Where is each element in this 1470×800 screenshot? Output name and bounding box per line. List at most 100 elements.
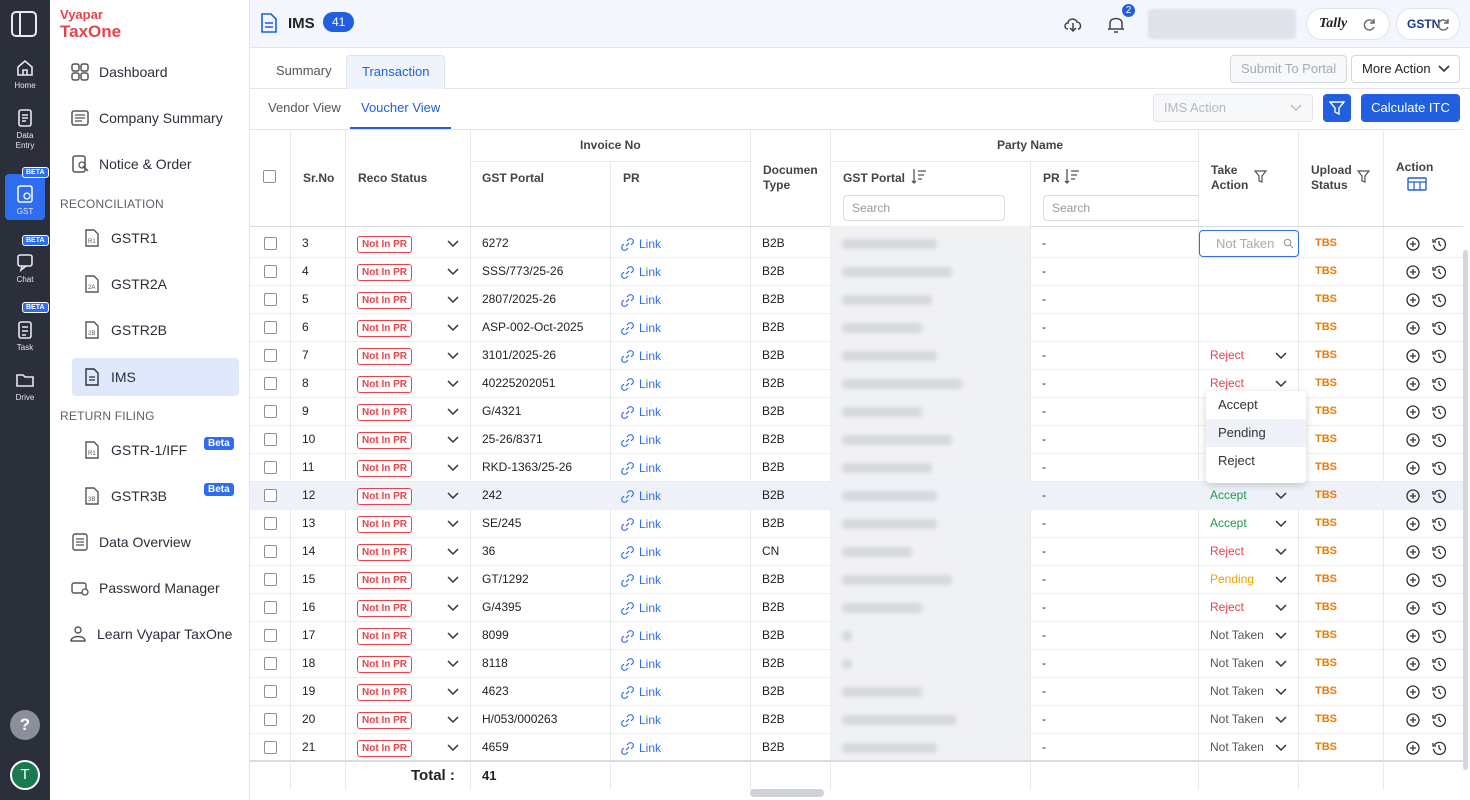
chevron-down-icon[interactable]	[447, 576, 459, 584]
history-icon[interactable]	[1432, 265, 1446, 279]
row-checkbox[interactable]	[264, 377, 277, 390]
subtab-voucher-view[interactable]: Voucher View	[350, 89, 452, 129]
chevron-down-icon[interactable]	[1275, 352, 1287, 360]
row-take-action[interactable]: Not Taken	[1210, 650, 1264, 678]
row-take-action[interactable]: Not Taken	[1210, 706, 1264, 734]
chevron-down-icon[interactable]	[447, 380, 459, 388]
calculate-itc-button[interactable]: Calculate ITC	[1361, 94, 1460, 122]
row-pr-link[interactable]: Link	[621, 594, 661, 622]
history-icon[interactable]	[1432, 461, 1446, 475]
chevron-down-icon[interactable]	[447, 688, 459, 696]
ims-action-select[interactable]: IMS Action	[1153, 94, 1313, 122]
chevron-down-icon[interactable]	[447, 604, 459, 612]
row-take-action[interactable]: Not Taken	[1210, 734, 1264, 762]
history-icon[interactable]	[1432, 237, 1446, 251]
add-circle-icon[interactable]	[1406, 321, 1420, 335]
chevron-down-icon[interactable]	[447, 520, 459, 528]
row-checkbox[interactable]	[264, 489, 277, 502]
add-circle-icon[interactable]	[1406, 741, 1420, 755]
add-circle-icon[interactable]	[1406, 377, 1420, 391]
history-icon[interactable]	[1432, 321, 1446, 335]
chevron-down-icon[interactable]	[1275, 660, 1287, 668]
refresh-icon[interactable]	[1361, 17, 1377, 33]
row-pr-link[interactable]: Link	[621, 342, 661, 370]
row-pr-link[interactable]: Link	[621, 622, 661, 650]
row-checkbox[interactable]	[264, 545, 277, 558]
subtab-vendor-view[interactable]: Vendor View	[268, 89, 341, 129]
chevron-down-icon[interactable]	[447, 632, 459, 640]
add-circle-icon[interactable]	[1406, 685, 1420, 699]
history-icon[interactable]	[1432, 685, 1446, 699]
row-pr-link[interactable]: Link	[621, 510, 661, 538]
row-pr-link[interactable]: Link	[621, 566, 661, 594]
add-circle-icon[interactable]	[1406, 573, 1420, 587]
chevron-down-icon[interactable]	[447, 744, 459, 752]
submit-to-portal-button[interactable]: Submit To Portal	[1230, 55, 1348, 83]
tally-sync[interactable]: Tally	[1306, 8, 1390, 40]
user-avatar[interactable]: T	[10, 760, 40, 790]
row-checkbox[interactable]	[264, 601, 277, 614]
chevron-down-icon[interactable]	[1275, 520, 1287, 528]
history-icon[interactable]	[1432, 713, 1446, 727]
row-pr-link[interactable]: Link	[621, 370, 661, 398]
sort-icon[interactable]	[911, 168, 927, 184]
history-icon[interactable]	[1432, 293, 1446, 307]
chevron-down-icon[interactable]	[447, 548, 459, 556]
chevron-down-icon[interactable]	[1275, 604, 1287, 612]
chevron-down-icon[interactable]	[447, 408, 459, 416]
row-checkbox[interactable]	[264, 433, 277, 446]
row-take-action[interactable]: Accept	[1210, 510, 1247, 538]
chevron-down-icon[interactable]	[1275, 744, 1287, 752]
row-pr-link[interactable]: Link	[621, 650, 661, 678]
cloud-download-icon[interactable]	[1062, 13, 1084, 35]
help-button[interactable]: ?	[10, 710, 40, 740]
nav-ims[interactable]: IMS	[72, 358, 239, 396]
nav-gstr1-iff[interactable]: R1 GSTR-1/IFF	[82, 440, 187, 460]
row-checkbox[interactable]	[264, 657, 277, 670]
row-pr-link[interactable]: Link	[621, 482, 661, 510]
dropdown-option-reject[interactable]: Reject	[1206, 447, 1306, 475]
row-checkbox[interactable]	[264, 265, 277, 278]
history-icon[interactable]	[1432, 489, 1446, 503]
history-icon[interactable]	[1432, 573, 1446, 587]
history-icon[interactable]	[1432, 741, 1446, 755]
nav-notice-order[interactable]: Notice & Order	[70, 154, 192, 174]
sort-icon[interactable]	[1064, 168, 1080, 184]
row-checkbox[interactable]	[264, 349, 277, 362]
filter-button[interactable]	[1323, 94, 1351, 122]
chevron-down-icon[interactable]	[1275, 716, 1287, 724]
chevron-down-icon[interactable]	[447, 464, 459, 472]
horizontal-scrollbar[interactable]	[750, 789, 824, 797]
nav-gstr3b[interactable]: 3B GSTR3B	[82, 486, 167, 506]
row-take-action[interactable]: Reject	[1210, 538, 1244, 566]
chevron-down-icon[interactable]	[447, 352, 459, 360]
row-pr-link[interactable]: Link	[621, 258, 661, 286]
row-take-action[interactable]: Reject	[1210, 342, 1244, 370]
nav-gstr2b[interactable]: 2B GSTR2B	[82, 320, 167, 340]
row-pr-link[interactable]: Link	[621, 398, 661, 426]
nav-learn[interactable]: Learn Vyapar TaxOne	[68, 624, 232, 644]
add-circle-icon[interactable]	[1406, 657, 1420, 671]
row-pr-link[interactable]: Link	[621, 230, 661, 258]
add-circle-icon[interactable]	[1406, 265, 1420, 279]
chevron-down-icon[interactable]	[447, 660, 459, 668]
history-icon[interactable]	[1432, 433, 1446, 447]
more-action-button[interactable]: More Action	[1351, 55, 1460, 83]
row-checkbox[interactable]	[264, 573, 277, 586]
history-icon[interactable]	[1432, 629, 1446, 643]
nav-gstr1[interactable]: R1 GSTR1	[82, 228, 158, 248]
history-icon[interactable]	[1432, 377, 1446, 391]
row-pr-link[interactable]: Link	[621, 734, 661, 762]
row-checkbox[interactable]	[264, 293, 277, 306]
history-icon[interactable]	[1432, 349, 1446, 363]
chevron-down-icon[interactable]	[447, 268, 459, 276]
column-filter-icon[interactable]	[1357, 170, 1370, 184]
row-take-action[interactable]: Not Taken	[1210, 622, 1264, 650]
add-circle-icon[interactable]	[1406, 433, 1420, 447]
history-icon[interactable]	[1432, 405, 1446, 419]
row-pr-link[interactable]: Link	[621, 678, 661, 706]
chevron-down-icon[interactable]	[447, 324, 459, 332]
row-take-action[interactable]: Pending	[1210, 566, 1254, 594]
row-pr-link[interactable]: Link	[621, 286, 661, 314]
chevron-down-icon[interactable]	[447, 716, 459, 724]
